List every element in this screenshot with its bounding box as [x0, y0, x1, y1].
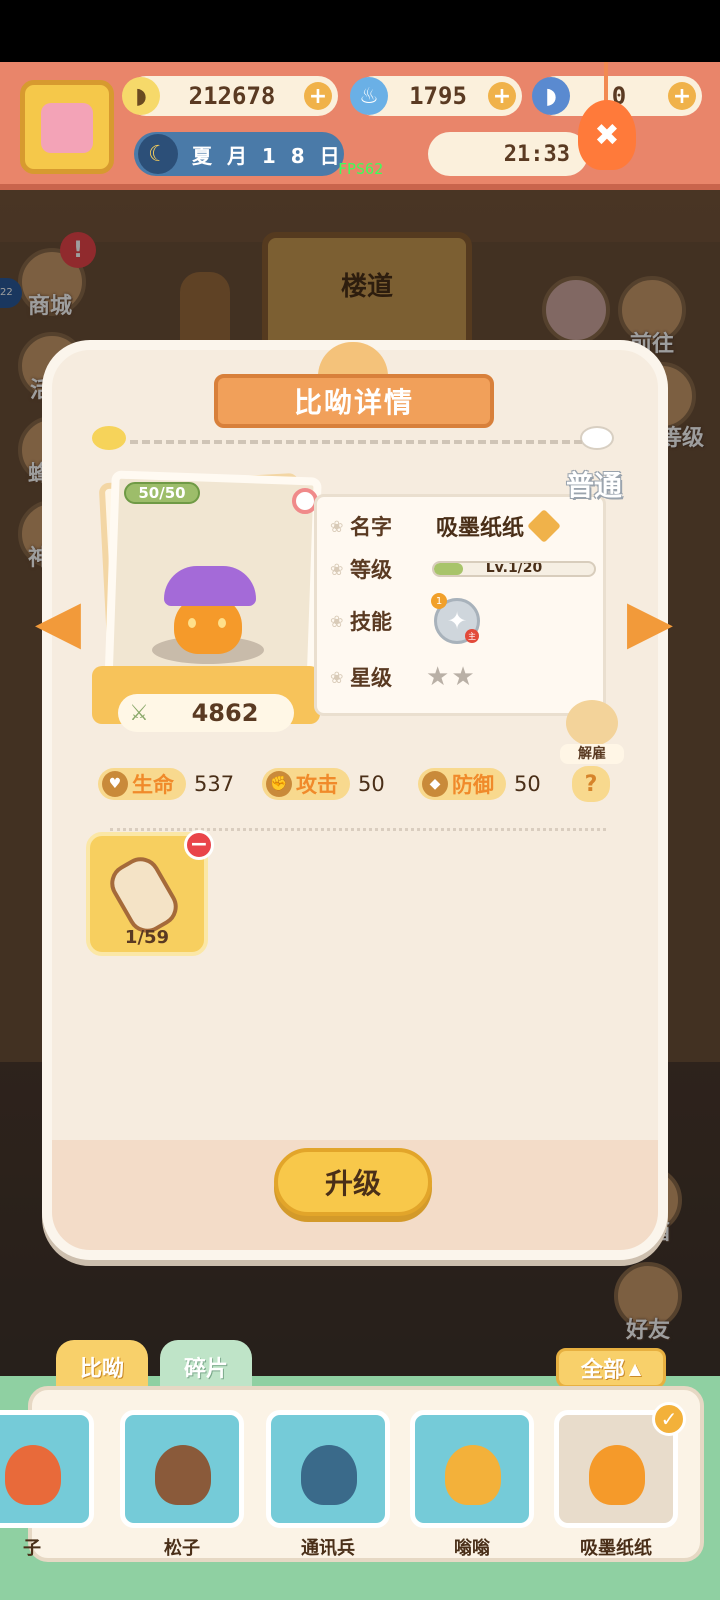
flame-value: 1795	[409, 82, 467, 110]
dismiss-label: 解雇	[560, 744, 624, 764]
banana-icon: ◗	[122, 77, 160, 115]
pet-slot-0[interactable]	[0, 1410, 94, 1528]
pet-thumb	[155, 1445, 211, 1505]
pet-thumb	[301, 1445, 357, 1505]
level-text: Lv.1/20	[485, 561, 543, 576]
skill-level-badge: 1	[431, 593, 447, 609]
pet-slot-2-label: 通讯兵	[301, 1538, 355, 1559]
banana-value: 212678	[188, 82, 276, 110]
next-pet-arrow-icon[interactable]: ▶	[614, 592, 686, 656]
paw-icon: ❀	[330, 559, 344, 579]
combat-power-value: 4862	[191, 699, 259, 727]
selected-check-icon: ✓	[652, 1402, 686, 1436]
item-count: 1/59	[124, 927, 170, 948]
date-text: 夏 月 1 8 日	[192, 143, 344, 168]
banana-counter: ◗ 212678 +	[122, 76, 338, 116]
close-string	[604, 62, 608, 102]
star-row: ❀ 星级 ★ ★	[330, 662, 475, 692]
wizard-hat	[164, 566, 256, 606]
pet-thumb	[589, 1445, 645, 1505]
dismiss-icon	[566, 700, 618, 746]
star-icon: ★	[451, 662, 475, 692]
stat-hp-name: 生命	[132, 773, 174, 797]
status-bar	[0, 0, 720, 62]
pet-name: 吸墨纸纸	[436, 516, 525, 541]
level-bar: Lv.1/20	[432, 561, 596, 577]
pet-slot-1-label: 松子	[164, 1538, 200, 1559]
clock: 21:33	[428, 132, 588, 176]
pet-thumb	[445, 1445, 501, 1505]
white-bird-icon	[580, 426, 614, 450]
filter-dropdown[interactable]: 全部 ▲	[556, 1348, 666, 1388]
pet-slot-4-label: 吸墨纸纸	[580, 1538, 652, 1559]
pet-thumb	[5, 1445, 61, 1505]
name-label: 名字	[350, 515, 392, 539]
stats-divider	[110, 828, 606, 831]
skill-main-tag: 主	[465, 629, 479, 643]
skill-icon[interactable]: ✦ 1 主	[431, 593, 480, 644]
upgrade-button[interactable]: 升级	[274, 1148, 432, 1216]
stat-hp: ♥ 生命 537	[98, 768, 234, 800]
add-flame-button[interactable]: +	[488, 82, 516, 110]
pet-slot-3-label: 嗡嗡	[454, 1538, 490, 1559]
caret-up-icon: ▲	[628, 1358, 642, 1378]
star-label: 星级	[350, 666, 392, 690]
fps-counter: FPS62	[338, 160, 384, 178]
combat-power: ⚔ 4862	[118, 694, 294, 732]
crossed-swords-icon: ⚔	[129, 700, 149, 726]
dialog-title: 比呦详情	[293, 386, 414, 419]
stat-defense-chip: ◆ 防御	[418, 768, 506, 800]
hp-tag: 50/50	[124, 482, 200, 504]
stat-defense-name: 防御	[452, 773, 494, 797]
add-banana-button[interactable]: +	[304, 82, 332, 110]
remove-item-button[interactable]: −	[184, 830, 214, 860]
filter-label: 全部	[580, 1358, 625, 1383]
paw-icon: ❀	[330, 516, 344, 536]
dialog-title-ribbon: 比呦详情	[214, 374, 494, 428]
paw-icon: ❀	[330, 667, 344, 687]
rarity-tag: 普通	[566, 469, 623, 502]
stat-defense: ◆ 防御 50	[418, 768, 541, 800]
avatar-face	[41, 103, 93, 153]
skill-row: ❀ 技能 ✦ 1 主	[330, 593, 480, 644]
pet-slot-3[interactable]	[410, 1410, 534, 1528]
close-icon[interactable]: ✖	[578, 100, 636, 170]
prev-pet-arrow-icon[interactable]: ◀	[22, 592, 94, 656]
name-row: ❀ 名字 吸墨纸纸	[330, 509, 561, 543]
pet-eye-left	[188, 618, 196, 628]
pet-slot-2[interactable]	[266, 1410, 390, 1528]
stat-hp-chip: ♥ 生命	[98, 768, 186, 800]
stat-attack-chip: ✊ 攻击	[262, 768, 350, 800]
stat-attack-name: 攻击	[296, 773, 338, 797]
skill-label: 技能	[350, 610, 392, 634]
flame-icon: ♨	[350, 77, 388, 115]
pet-slot-1[interactable]	[120, 1410, 244, 1528]
level-label: 等级	[350, 558, 392, 582]
heart-icon: ♥	[102, 771, 128, 797]
paw-attack-icon: ✊	[266, 771, 292, 797]
pencil-icon[interactable]	[527, 509, 561, 543]
moon-icon: ☾	[138, 134, 178, 174]
help-button[interactable]: ?	[572, 766, 610, 802]
season-date: ☾ 夏 月 1 8 日	[134, 132, 344, 176]
stat-attack: ✊ 攻击 50	[262, 768, 385, 800]
add-blue-banana-button[interactable]: +	[668, 82, 696, 110]
pet-slot-0-label: 子	[23, 1538, 41, 1559]
time-text: 21:33	[503, 141, 570, 167]
stat-defense-value: 50	[514, 772, 541, 796]
dismiss-button[interactable]: 解雇	[560, 700, 624, 764]
stat-attack-value: 50	[358, 772, 385, 796]
pet-eye-right	[218, 618, 226, 628]
paw-icon: ❀	[330, 611, 344, 631]
star-icon: ★	[426, 662, 450, 692]
flame-counter: ♨ 1795 +	[350, 76, 522, 116]
stat-hp-value: 537	[194, 772, 235, 796]
yellow-bird-icon	[92, 426, 126, 450]
title-divider	[130, 440, 582, 444]
shield-icon: ◆	[422, 771, 448, 797]
blue-banana-icon: ◗	[532, 77, 570, 115]
level-row: ❀ 等级 Lv.1/20	[330, 554, 596, 584]
player-avatar[interactable]	[20, 80, 114, 174]
